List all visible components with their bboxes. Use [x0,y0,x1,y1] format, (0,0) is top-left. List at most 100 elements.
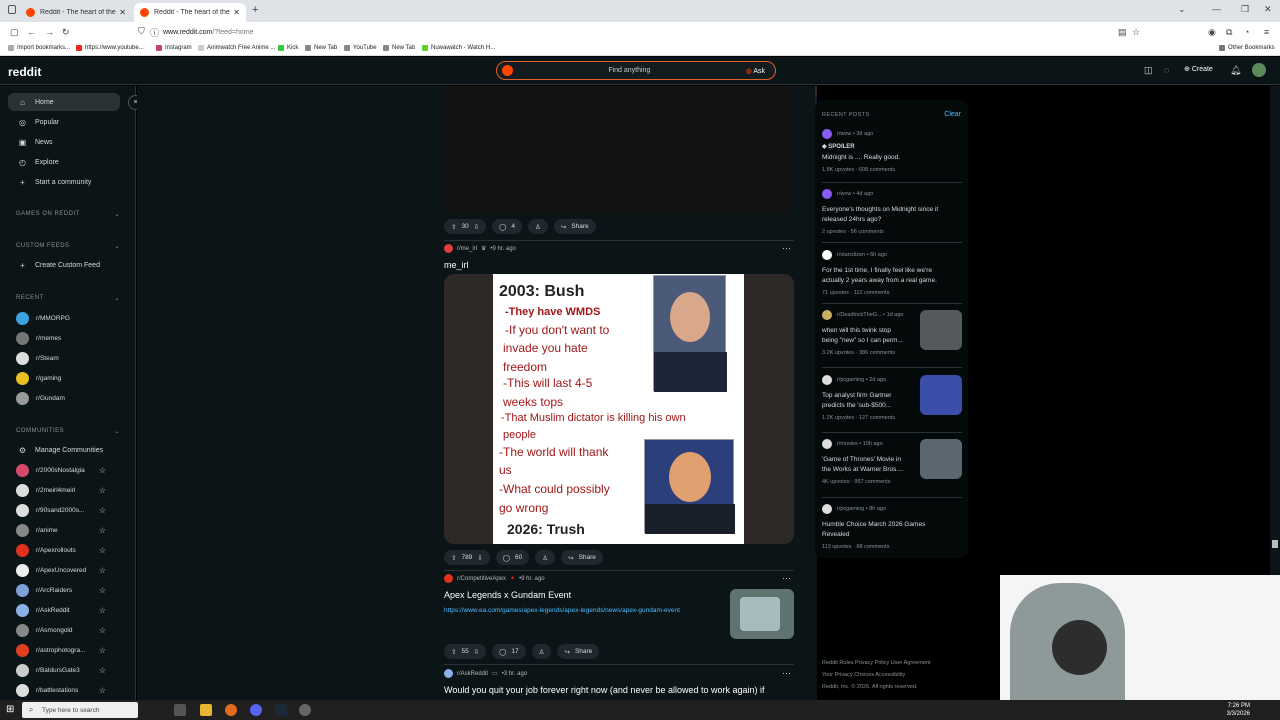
chat-icon[interactable]: ◌ [1164,65,1169,75]
community-item[interactable]: r/2meirl4meirl ☆ [16,481,120,499]
footer-links[interactable]: Reddit Rules Privacy Policy User Agreeme… [822,660,931,666]
recent-post-item[interactable]: r/wow • 4d ago Everyone's thoughts on Mi… [822,189,962,235]
recent-community-item[interactable]: r/memes [16,329,120,347]
vote-control[interactable]: ⇧ 30 ⇩ [444,219,487,234]
manage-communities[interactable]: ⚙ Manage Communities [8,441,120,459]
recent-section-header[interactable]: RECENT ⌄ [16,295,120,302]
star-icon[interactable]: ☆ [99,666,106,675]
games-section-header[interactable]: GAMES ON REDDIT ⌄ [16,211,120,218]
share-button[interactable]: ↪ Share [553,219,596,234]
sidebar-item-popular[interactable]: ◎ Popular [8,113,120,131]
star-icon[interactable]: ☆ [99,526,106,535]
recent-community-item[interactable]: r/Steam [16,349,120,367]
post-title[interactable]: me_irl [444,260,469,270]
upvote-icon[interactable]: ⇧ [451,223,456,231]
star-icon[interactable]: ☆ [99,626,106,635]
post-title[interactable]: Apex Legends x Gundam Event [444,590,571,600]
post-link[interactable]: https://www.ea.com/games/apex-legends/ap… [444,607,680,614]
minimize-icon[interactable]: — [1212,4,1221,14]
discord-icon[interactable] [250,704,262,716]
ask-button[interactable]: ◍ Ask [746,67,765,75]
recent-post-item[interactable]: r/wow • 3d ago ◆ SPOILER Midnight is ...… [822,129,962,173]
close-tab-icon[interactable]: ✕ [233,8,240,17]
browser-tab[interactable]: Reddit - The heart of the intern ✕ [20,3,132,22]
more-options-icon[interactable]: ⋯ [782,668,791,679]
community-item[interactable]: r/astrophotogra... ☆ [16,641,120,659]
community-item[interactable]: r/anime ☆ [16,521,120,539]
notifications-bell-icon[interactable]: 🔔︎ [1230,65,1241,76]
avatar[interactable] [1252,63,1266,77]
recent-community-item[interactable]: r/Gundam [16,389,120,407]
tab-menu-icon[interactable] [8,5,16,14]
recent-community-item[interactable]: r/gaming [16,369,120,387]
community-item[interactable]: r/Asmongold ☆ [16,621,120,639]
star-icon[interactable]: ☆ [99,546,106,555]
steam-icon[interactable] [275,704,287,716]
bookmark-item[interactable]: Kick [278,45,298,51]
tab-list-chevron-icon[interactable]: ⌄ [1178,4,1186,15]
comments-button[interactable]: ◯ 4 [492,219,523,234]
more-options-icon[interactable]: ⋯ [782,243,791,254]
recent-post-item[interactable]: r/movies • 10h ago 'Game of Thrones' Mov… [822,439,962,485]
recent-post-item[interactable]: r/pcgaming • 2d ago Top analyst firm Gar… [822,375,962,421]
community-item[interactable]: r/ApexUncovered ☆ [16,561,120,579]
taskbar-search-input[interactable]: ⌕ Type here to search [22,702,138,718]
sidebar-item-explore[interactable]: ◴ Explore [8,153,120,171]
browser-tab-active[interactable]: Reddit - The heart of the intern ✕ [134,3,246,22]
recent-post-item[interactable]: r/pcgaming • 8h ago Humble Choice March … [822,504,962,550]
award-button[interactable]: ♙ [531,644,552,659]
post-thumbnail[interactable] [730,589,794,639]
post-image-game[interactable] [444,86,817,214]
forward-icon[interactable]: → [45,27,54,37]
star-icon[interactable]: ☆ [99,606,106,615]
comments-button[interactable]: ◯ 17 [492,644,526,659]
sidebar-item-home[interactable]: ⌂ Home [8,93,120,111]
recent-post-item[interactable]: r/DeadlockTheG... • 1d ago when will thi… [822,310,962,356]
footer-links[interactable]: Your Privacy Choices Accessibility [822,672,905,678]
bookmark-star-icon[interactable]: ☆ [1132,27,1140,38]
subreddit-name[interactable]: r/CompetitiveApex [457,576,506,582]
reload-icon[interactable]: ↻ [62,27,70,38]
subreddit-name[interactable]: r/AskReddit [457,671,488,677]
share-button[interactable]: ↪ Share [557,644,600,659]
sidebar-toggle-icon[interactable]: ▢ [10,27,19,38]
subreddit-avatar[interactable] [444,574,453,583]
community-item[interactable]: r/90sand2000s... ☆ [16,501,120,519]
community-item[interactable]: r/2000sNostalgia ☆ [16,461,120,479]
create-custom-feed[interactable]: + Create Custom Feed [8,256,120,274]
community-item[interactable]: r/BaldursGate3 ☆ [16,661,120,679]
bookmark-item[interactable]: YouTube [344,45,377,51]
back-icon[interactable]: ← [27,27,36,37]
file-explorer-icon[interactable] [200,704,212,716]
menu-icon[interactable]: ≡ [1264,27,1269,37]
sidebar-item-news[interactable]: ▣ News [8,133,120,151]
site-info-icon[interactable]: ⓘ [150,26,159,39]
community-item[interactable]: r/ArcRaiders ☆ [16,581,120,599]
windows-start-icon[interactable]: ⊞ [6,704,14,715]
recent-community-item[interactable]: r/MMORPG [16,309,120,327]
post-image-meme[interactable]: 2003: Bush -They have WMDS -If you don't… [444,274,794,544]
bookmark-item[interactable]: Instagram [156,45,192,51]
star-icon[interactable]: ☆ [99,646,106,655]
star-icon[interactable]: ☆ [99,466,106,475]
star-icon[interactable]: ☆ [99,586,106,595]
star-icon[interactable]: ☆ [99,486,106,495]
close-tab-icon[interactable]: ✕ [119,8,126,17]
downvote-icon[interactable]: ⇩ [474,223,479,231]
maximize-icon[interactable]: ❐ [1241,4,1249,15]
url-field[interactable]: ⛉ ⓘ www.reddit.com/?feed=home [135,25,1145,39]
extensions-puzzle-icon[interactable]: ⧉ [1226,27,1232,38]
community-item[interactable]: r/Apexrollouts ☆ [16,541,120,559]
recent-post-item[interactable]: r/starcitizen • 6h ago For the 1st time,… [822,250,962,296]
community-item[interactable]: r/AskReddit ☆ [16,601,120,619]
bookmark-item[interactable]: Nuwawatch - Watch H... [422,45,495,51]
upvote-icon[interactable]: ⇧ [451,648,456,656]
close-window-icon[interactable]: ✕ [1264,4,1272,15]
clear-button[interactable]: Clear [944,111,961,118]
community-item[interactable]: r/battlestations ☆ [16,681,120,699]
award-button[interactable]: ♙ [528,219,548,234]
bookmark-item[interactable]: Import bookmarks... [8,45,70,51]
subreddit-avatar[interactable] [444,244,453,253]
comments-button[interactable]: ◯ 60 [495,550,530,565]
task-view-icon[interactable] [174,704,186,716]
